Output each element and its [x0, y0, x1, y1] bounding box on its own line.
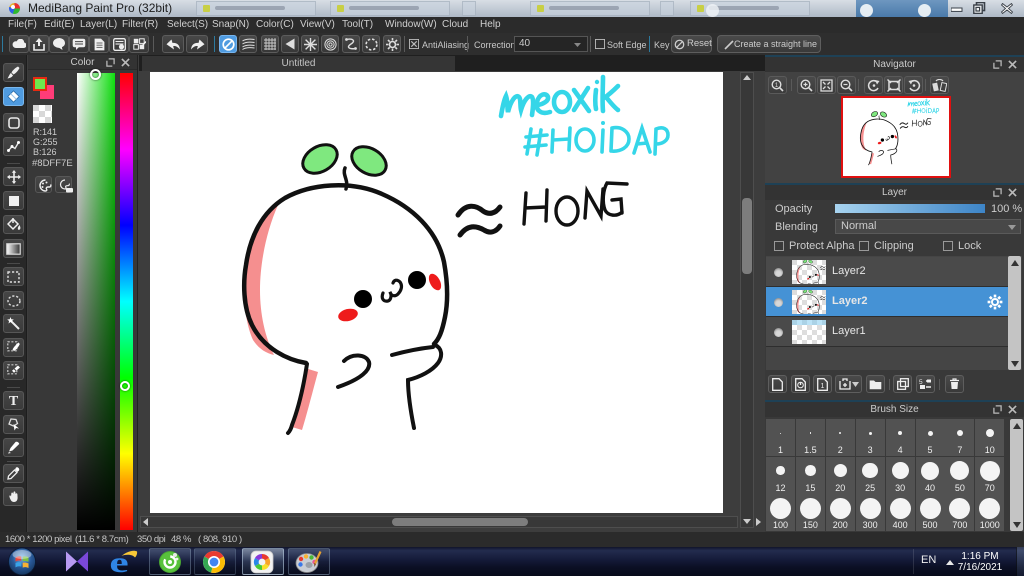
svg-text:T: T: [9, 394, 19, 407]
svg-text:e: e: [109, 549, 128, 574]
svg-text:5: 5: [919, 379, 923, 386]
svg-text:1: 1: [821, 383, 825, 390]
